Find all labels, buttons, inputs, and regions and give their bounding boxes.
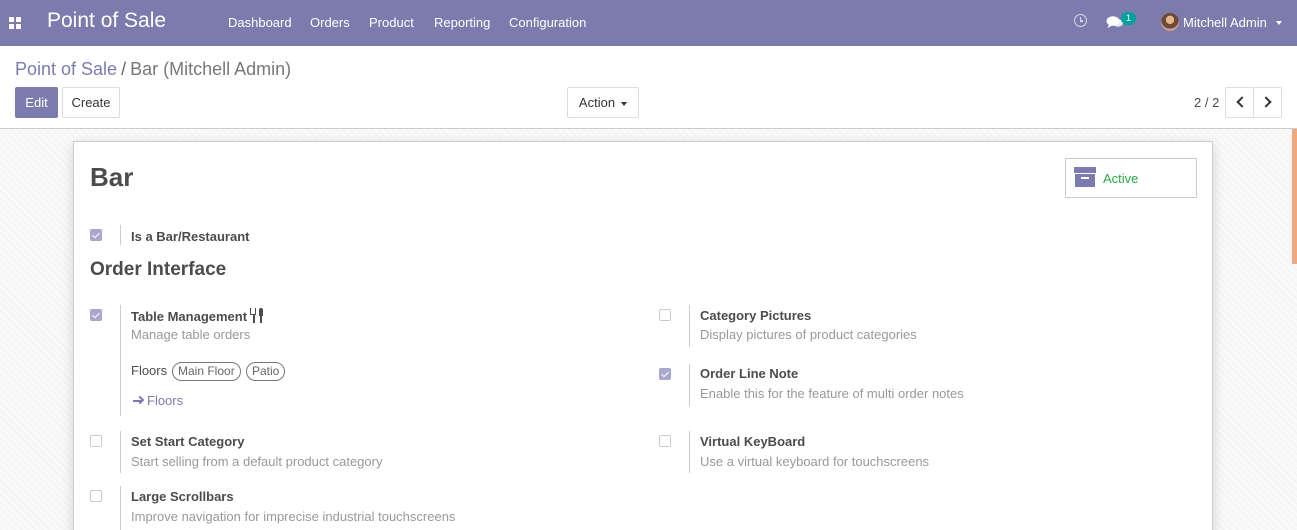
apps-menu-icon[interactable] (9, 17, 21, 29)
large-scrollbars-checkbox[interactable] (90, 490, 102, 502)
right-edge-scrollbar[interactable] (1292, 129, 1297, 264)
category-pictures-label: Category Pictures (700, 308, 812, 323)
floors-field-label: Floors (131, 363, 168, 378)
menu-configuration[interactable]: Configuration (509, 15, 586, 30)
order-line-note-label: Order Line Note (700, 366, 799, 381)
table-management-label-text: Table Management (131, 309, 248, 324)
chevron-right-icon (1260, 96, 1272, 108)
setting-divider (689, 431, 690, 473)
menu-dashboard[interactable]: Dashboard (228, 15, 292, 30)
breadcrumb: Point of Sale / Bar (Mitchell Admin) (15, 59, 291, 80)
message-count-badge: 1 (1121, 12, 1136, 25)
set-start-category-label: Set Start Category (131, 434, 245, 449)
record-name: Bar (90, 162, 134, 192)
menu-product[interactable]: Product (369, 15, 414, 30)
breadcrumb-parent-link[interactable]: Point of Sale (15, 59, 117, 79)
edit-button[interactable]: Edit (15, 87, 58, 118)
menu-reporting[interactable]: Reporting (434, 15, 490, 30)
setting-divider (120, 431, 121, 473)
chevron-left-icon (1236, 96, 1248, 108)
is-bar-restaurant-label: Is a Bar/Restaurant (131, 229, 250, 244)
arrow-right-icon (133, 395, 145, 406)
archive-box-icon (1074, 167, 1096, 187)
activity-clock-icon[interactable] (1074, 14, 1087, 27)
category-pictures-description: Display pictures of product categories (700, 327, 917, 342)
is-bar-restaurant-checkbox[interactable] (90, 229, 102, 241)
setting-divider (689, 305, 690, 347)
create-button[interactable]: Create (62, 87, 120, 118)
floors-link[interactable]: Floors (133, 393, 183, 408)
table-management-checkbox[interactable] (90, 309, 102, 321)
floor-tag-main-floor[interactable]: Main Floor (172, 362, 241, 381)
order-line-note-description: Enable this for the feature of multi ord… (700, 386, 964, 401)
user-menu-caret-icon[interactable] (1276, 21, 1282, 25)
floors-link-label: Floors (147, 393, 184, 408)
order-interface-heading: Order Interface (90, 259, 227, 280)
active-toggle-button[interactable]: Active (1065, 158, 1197, 198)
app-title[interactable]: Point of Sale (47, 9, 166, 33)
action-dropdown-button[interactable]: Action (567, 87, 639, 118)
breadcrumb-separator: / (121, 59, 127, 79)
pager-value[interactable]: 2 / 2 (1194, 95, 1219, 110)
virtual-keyboard-checkbox[interactable] (659, 435, 671, 447)
user-avatar[interactable] (1161, 13, 1179, 31)
table-management-label: Table Management (131, 308, 264, 324)
floor-tag-patio[interactable]: Patio (246, 362, 286, 381)
pager-previous-button[interactable] (1225, 87, 1254, 118)
top-navbar: Point of Sale Dashboard Orders Product R… (0, 0, 1297, 46)
cutlery-icon (250, 308, 264, 323)
setting-divider (120, 486, 121, 530)
order-line-note-checkbox[interactable] (659, 368, 671, 380)
setting-divider (120, 225, 121, 245)
virtual-keyboard-label: Virtual KeyBoard (700, 434, 806, 449)
table-management-description: Manage table orders (131, 327, 251, 342)
setting-divider (120, 305, 121, 416)
category-pictures-checkbox[interactable] (659, 309, 671, 321)
large-scrollbars-description: Improve navigation for imprecise industr… (131, 509, 456, 524)
active-label: Active (1103, 171, 1139, 186)
virtual-keyboard-description: Use a virtual keyboard for touchscreens (700, 454, 930, 469)
set-start-category-checkbox[interactable] (90, 435, 102, 447)
breadcrumb-current: Bar (Mitchell Admin) (130, 59, 292, 79)
setting-divider (689, 364, 690, 406)
action-label: Action (578, 95, 616, 110)
user-menu-name[interactable]: Mitchell Admin (1183, 15, 1267, 30)
action-caret-icon (621, 101, 628, 106)
menu-orders[interactable]: Orders (310, 15, 350, 30)
large-scrollbars-label: Large Scrollbars (131, 489, 234, 504)
set-start-category-description: Start selling from a default product cat… (131, 454, 383, 469)
pager-next-button[interactable] (1253, 87, 1282, 118)
